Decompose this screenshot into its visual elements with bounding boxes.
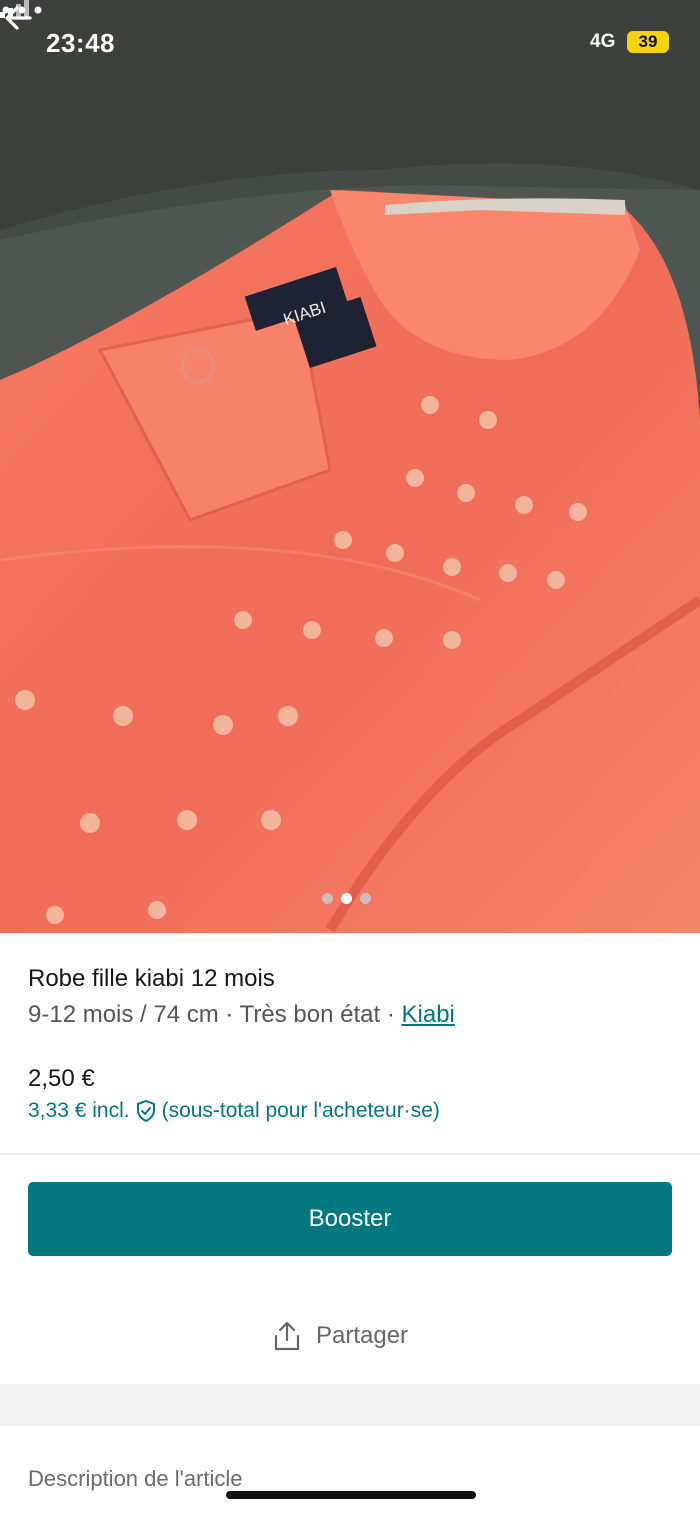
description-label: Description de l'article bbox=[28, 1466, 243, 1491]
network-type: 4G bbox=[590, 31, 616, 52]
brand-link[interactable]: Kiabi bbox=[402, 1001, 455, 1028]
meta-separator: · bbox=[218, 1001, 240, 1028]
buyer-price-value: 3,33 € incl. bbox=[28, 1099, 130, 1122]
home-indicator[interactable] bbox=[226, 1491, 476, 1499]
item-photo[interactable]: KIABI 23:48 4G 39 bbox=[0, 0, 700, 933]
status-time: 23:48 bbox=[46, 28, 115, 58]
share-button[interactable]: Partager bbox=[272, 1316, 408, 1356]
share-upload-icon bbox=[274, 1321, 300, 1351]
buyer-price-note: (sous-total pour l'acheteur·se) bbox=[161, 1099, 440, 1122]
buyer-price[interactable]: 3,33 € incl. (sous-total pour l'acheteur… bbox=[28, 1099, 440, 1123]
battery-indicator: 39 bbox=[627, 31, 669, 53]
share-label: Partager bbox=[316, 1322, 409, 1349]
gallery-dot-active[interactable] bbox=[341, 893, 352, 904]
divider bbox=[0, 1153, 700, 1155]
status-bar: 23:48 4G 39 bbox=[0, 0, 700, 86]
section-separator bbox=[0, 1384, 700, 1426]
dress-image: KIABI bbox=[0, 0, 700, 933]
gallery-dot[interactable] bbox=[360, 893, 371, 904]
item-size: 9-12 mois / 74 cm bbox=[28, 1001, 219, 1028]
meta-separator: · bbox=[380, 1001, 402, 1028]
gallery-dots bbox=[322, 893, 371, 904]
item-title: Robe fille kiabi 12 mois bbox=[28, 965, 275, 992]
gallery-dot[interactable] bbox=[322, 893, 333, 904]
item-condition: Très bon état bbox=[239, 1001, 381, 1028]
item-meta: 9-12 mois / 74 cm · Très bon état · Kiab… bbox=[28, 1001, 455, 1029]
boost-button[interactable]: Booster bbox=[28, 1182, 672, 1256]
shield-check-icon bbox=[136, 1099, 155, 1123]
more-horizontal-icon[interactable] bbox=[0, 0, 44, 20]
item-price: 2,50 € bbox=[28, 1065, 95, 1092]
